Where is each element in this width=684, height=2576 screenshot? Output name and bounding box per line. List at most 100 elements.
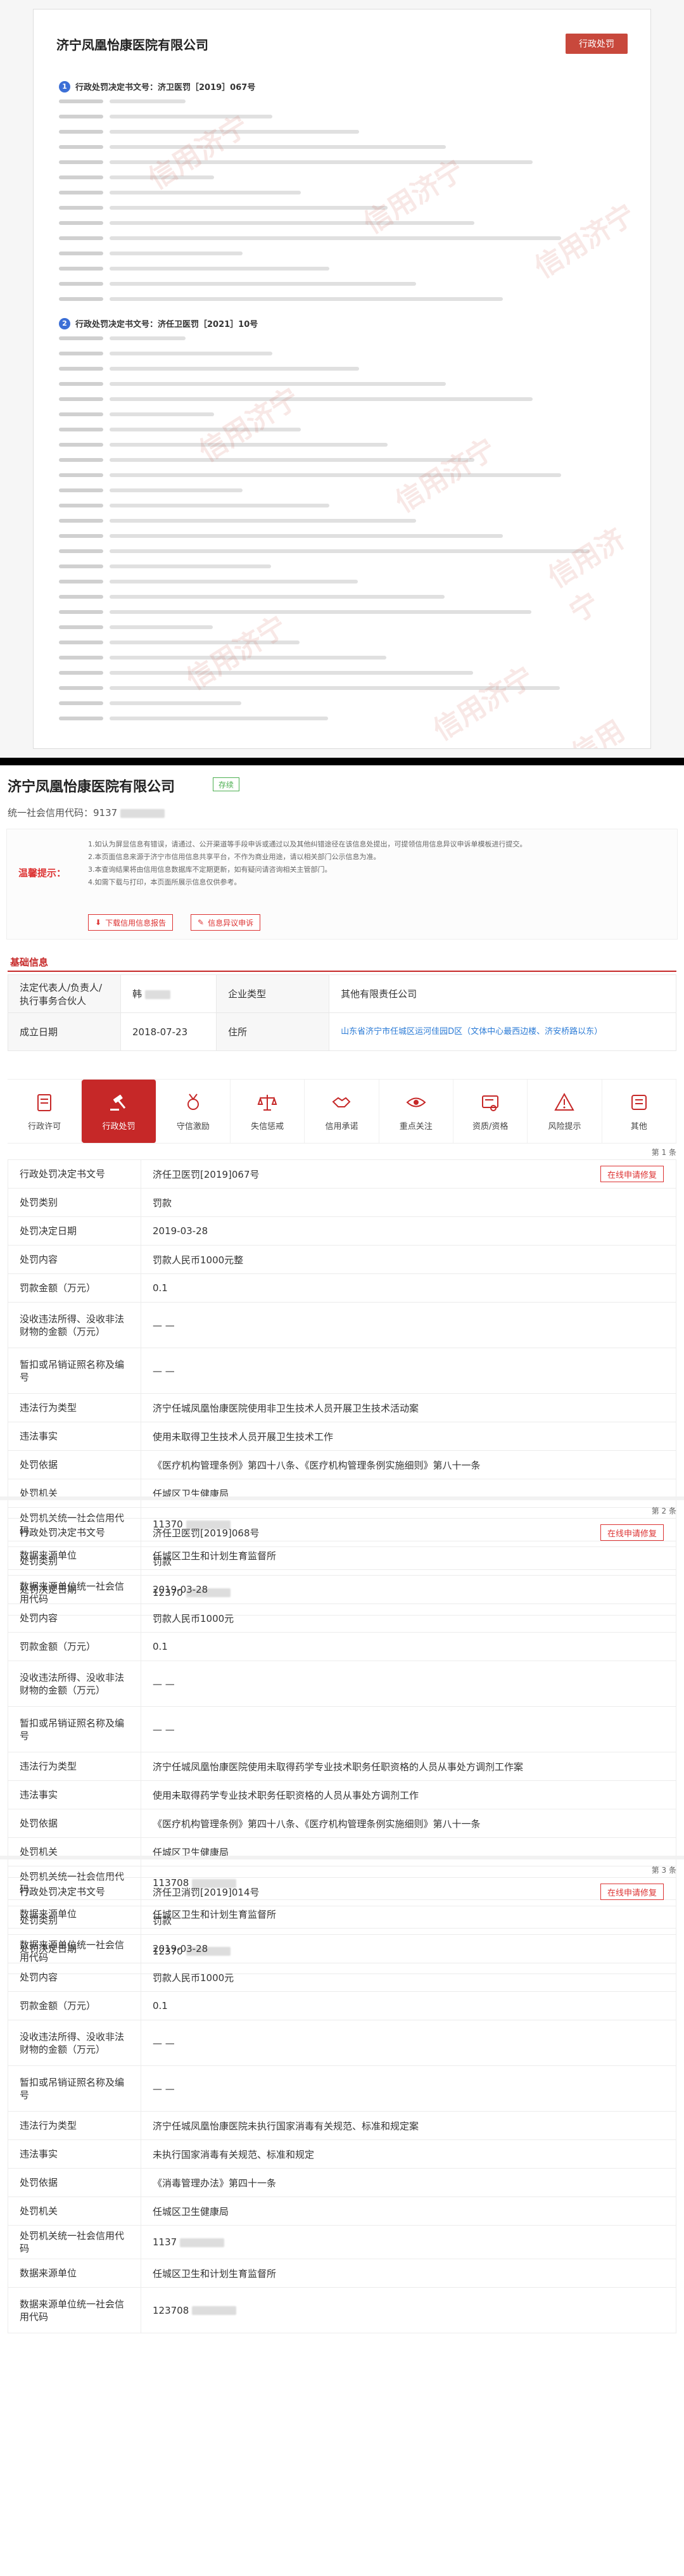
record-value-text: 济宁任城凤凰怡康医院使用未取得药学专业技术职务任职资格的人员从事处方调剂工作案: [153, 1761, 524, 1773]
record-row: 没收违法所得、没收非法财物的金额（万元） — —: [8, 1302, 676, 1348]
text-placeholder: [110, 641, 300, 644]
redacted-block: [120, 808, 165, 818]
watermark-text: 信用济宁: [542, 522, 631, 629]
text-placeholder: [110, 382, 446, 386]
section-number: 2: [59, 317, 70, 329]
record-row: 没收违法所得、没收非法财物的金额（万元） — —: [8, 1661, 676, 1707]
record-label: 违法行为类型: [8, 1752, 141, 1781]
warning-icon: [554, 1092, 575, 1111]
record-value-violation-type: 济宁任城凤凰怡康医院未执行国家消毒有关规范、标准和规定案: [141, 2111, 676, 2140]
notice-line: 1.如认为屏显信息有错误，请通过、公开渠道等手段申诉或通过以及其他纠错途径在该信…: [88, 840, 527, 848]
record-value-basis: 《医疗机构管理条例》第四十八条、《医疗机构管理条例实施细则》第八十一条: [141, 1450, 676, 1479]
tab-5[interactable]: 信用承诺: [305, 1080, 379, 1143]
tab-4[interactable]: 失信惩戒: [231, 1080, 305, 1143]
text-placeholder: [110, 221, 474, 225]
record-row: 没收违法所得、没收非法财物的金额（万元） — —: [8, 2020, 676, 2066]
record-row: 处罚内容 罚款人民币1000元: [8, 1604, 676, 1633]
document-text-line: [59, 297, 503, 301]
company-name: 济宁凤凰怡康医院有限公司: [8, 779, 175, 795]
record-label: 违法事实: [8, 1780, 141, 1809]
record-value-violation-type: 济宁任城凤凰怡康医院使用未取得药学专业技术职务任职资格的人员从事处方调剂工作案: [141, 1752, 676, 1781]
record-row: 处罚类别 罚款: [8, 1906, 676, 1935]
category-tabs: 行政许可 行政处罚 守信激励 失信惩戒 信用承诺 重点关注 资质/资格 风险提示 其他: [8, 1079, 676, 1144]
tab-6[interactable]: 重点关注: [379, 1080, 453, 1143]
record-label: 处罚决定日期: [8, 1216, 141, 1246]
record-row: 处罚内容 罚款人民币1000元整: [8, 1245, 676, 1274]
record-value-text: 济任卫医罚[2019]068号: [153, 1527, 260, 1539]
info-row: 成立日期 2018-07-23 住所 山东省济宁市任城区运河佳园D区（文体中心最…: [8, 1012, 676, 1051]
text-placeholder: [110, 564, 271, 568]
download-report-label: 下载信用信息报告: [105, 918, 167, 928]
tab-2[interactable]: 行政处罚: [82, 1080, 156, 1143]
record-label: 处罚类别: [8, 1188, 141, 1217]
online-repair-button[interactable]: 在线申请修复: [600, 1884, 664, 1900]
text-placeholder: [59, 428, 103, 431]
handshake-icon: [332, 1097, 351, 1107]
record-value-text: 0.1: [153, 1641, 168, 1652]
record-value-authority-code: 1137: [141, 2225, 676, 2259]
text-placeholder: [110, 397, 533, 401]
record-value-confiscated: — —: [141, 1661, 676, 1707]
record-label: 处罚内容: [8, 1245, 141, 1274]
tab-3[interactable]: 守信激励: [156, 1080, 231, 1143]
record-value-category: 罚款: [141, 1906, 676, 1935]
company-status-badge: 存续: [213, 777, 240, 791]
document-text-line: [59, 671, 473, 675]
record-value-suspended: — —: [141, 1348, 676, 1394]
text-placeholder: [110, 130, 359, 134]
record-value-text: 罚款人民币1000元: [153, 1972, 234, 1984]
record-label: 处罚机关: [8, 1479, 141, 1508]
record-value-decision-no: 济任卫医罚[2019]067号: [141, 1159, 676, 1189]
eye-icon: [406, 1097, 426, 1107]
objection-button[interactable]: ✎ 信息异议申诉: [191, 914, 261, 931]
document-text-line: [59, 564, 271, 568]
tab-1[interactable]: 行政许可: [8, 1080, 82, 1143]
record-value-text: — —: [153, 1319, 175, 1331]
record-label: 没收违法所得、没收非法财物的金额（万元）: [8, 2020, 141, 2066]
online-repair-button[interactable]: 在线申请修复: [600, 1524, 664, 1541]
record-value-text: 罚款人民币1000元: [153, 1612, 234, 1624]
document-text-line: [59, 549, 590, 553]
tab-7[interactable]: 资质/资格: [453, 1080, 528, 1143]
record-value-decision-no: 济任卫医罚[2019]068号: [141, 1518, 676, 1547]
text-placeholder: [110, 443, 388, 447]
tab-label: 资质/资格: [472, 1121, 509, 1132]
text-placeholder: [59, 580, 103, 583]
document-text-line: [59, 458, 474, 462]
text-placeholder: [59, 367, 103, 371]
record-value-category: 罚款: [141, 1546, 676, 1576]
text-placeholder: [59, 641, 103, 644]
text-placeholder: [110, 160, 533, 164]
record-value-decision-date: 2019-03-28: [141, 1575, 676, 1604]
info-label: 住所: [216, 1012, 330, 1051]
document-text-line: [59, 428, 301, 431]
record-value-authority: 任城区卫生健康局: [141, 2197, 676, 2226]
tab-8[interactable]: 风险提示: [528, 1080, 602, 1143]
record-value-text: 罚款: [153, 1915, 172, 1927]
record-value-text: 济宁任城凤凰怡康医院未执行国家消毒有关规范、标准和规定案: [153, 2120, 419, 2132]
text-placeholder: [110, 717, 328, 720]
record-label: 处罚机关: [8, 1837, 141, 1866]
record-value-text: 未执行国家消毒有关规范、标准和规定: [153, 2148, 315, 2160]
text-placeholder: [59, 534, 103, 538]
download-report-button[interactable]: ⬇ 下载信用信息报告: [88, 914, 174, 931]
document-text-line: [59, 175, 214, 179]
text-placeholder: [59, 412, 103, 416]
text-placeholder: [110, 686, 560, 690]
record-value-text: — —: [153, 2037, 175, 2049]
record-label: 暂扣或吊销证照名称及编号: [8, 2065, 141, 2112]
online-repair-button[interactable]: 在线申请修复: [600, 1166, 664, 1182]
watermark-text: 信用济宁: [180, 609, 293, 697]
record-value-amount: 0.1: [141, 1991, 676, 2020]
document-text-line: [59, 686, 560, 690]
record-row: 处罚机关 任城区卫生健康局: [8, 1479, 676, 1508]
tab-9[interactable]: 其他: [602, 1080, 676, 1143]
record-value-text: 0.1: [153, 1282, 168, 1294]
record-row: 处罚内容 罚款人民币1000元: [8, 1963, 676, 1992]
text-placeholder: [59, 443, 103, 447]
document-text-line: [59, 367, 359, 371]
credit-code-row: 统一社会信用代码：9137: [8, 806, 165, 819]
text-placeholder: [59, 252, 103, 255]
text-placeholder: [110, 625, 213, 629]
text-placeholder: [59, 267, 103, 271]
